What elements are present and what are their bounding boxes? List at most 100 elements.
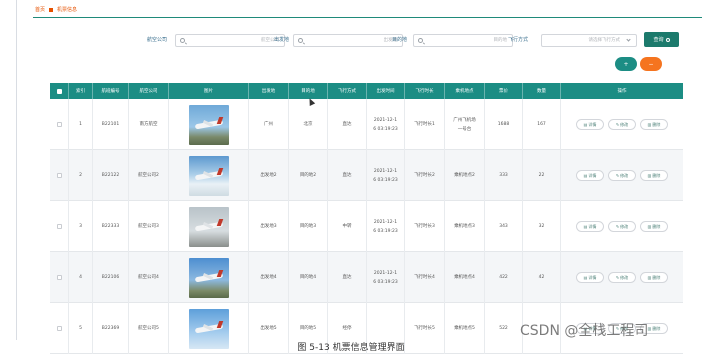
cell-to: 目的地4 bbox=[289, 252, 328, 303]
batch-delete-button-label: − bbox=[648, 60, 654, 68]
mode-placeholder: 请选择飞行方式 bbox=[588, 38, 621, 43]
cell-image bbox=[169, 99, 249, 150]
query-button[interactable]: 查询 bbox=[644, 32, 679, 47]
cell-actions: ▤ 详情 ✎ 修改 ▥ 删除 bbox=[561, 99, 683, 150]
cell-to: 目的地2 bbox=[289, 150, 328, 201]
search-icon bbox=[418, 37, 423, 43]
cell-airline: 南方航空 bbox=[129, 99, 169, 150]
airline-input[interactable]: 航空公司 bbox=[175, 33, 285, 47]
edit-button[interactable]: ✎ 修改 bbox=[608, 170, 636, 181]
cell-to: 北京 bbox=[289, 99, 328, 150]
to-placeholder: 目的地 bbox=[493, 38, 508, 43]
edit-icon: ✎ bbox=[615, 122, 620, 127]
cell-mode: 直达 bbox=[328, 252, 367, 303]
breadcrumb-current: 机票信息 bbox=[57, 7, 78, 13]
edit-label: 修改 bbox=[620, 275, 629, 280]
cell-price: 1688 bbox=[485, 99, 523, 150]
add-button[interactable]: + bbox=[615, 57, 637, 71]
delete-label: 删除 bbox=[652, 224, 661, 229]
search-icon bbox=[298, 37, 303, 43]
cell-flight: B22106 bbox=[93, 252, 129, 303]
cell-duration: 飞行时长3 bbox=[405, 201, 445, 252]
breadcrumb-divider bbox=[33, 17, 702, 18]
cell-from: 出发地3 bbox=[249, 201, 289, 252]
header-price: 票价 bbox=[485, 83, 523, 99]
cell-price: 333 bbox=[485, 150, 523, 201]
select-all-checkbox[interactable] bbox=[50, 83, 69, 99]
edit-button[interactable]: ✎ 修改 bbox=[608, 119, 636, 130]
cell-duration: 飞行时长4 bbox=[405, 252, 445, 303]
cell-index: 4 bbox=[69, 252, 93, 303]
cell-airline: 航空公司2 bbox=[129, 150, 169, 201]
trash-icon: ▥ bbox=[647, 275, 652, 280]
cell-image bbox=[169, 252, 249, 303]
table-header: 索引 航班编号 航空公司 图片 出发地 目的地 飞行方式 出发时间 飞行时长 乘… bbox=[50, 83, 683, 99]
search-icon bbox=[665, 37, 670, 42]
table-row: 2 B22122 航空公司2 出发地2 目的地2 直达 2021-12-1 6 03:19:… bbox=[50, 150, 683, 201]
query-button-label: 查询 bbox=[653, 37, 664, 43]
cell-flight: B22122 bbox=[93, 150, 129, 201]
edit-label: 修改 bbox=[620, 173, 629, 178]
detail-icon: ▤ bbox=[583, 173, 588, 178]
cell-place: 广州飞机场 一号台 bbox=[445, 99, 485, 150]
cell-duration: 飞行时长2 bbox=[405, 150, 445, 201]
cell-qty: 22 bbox=[523, 150, 561, 201]
cell-time: 2021-12-1 6 03:19:23 bbox=[367, 201, 405, 252]
breadcrumb-home[interactable]: 首页 bbox=[35, 6, 45, 13]
detail-button[interactable]: ▤ 详情 bbox=[576, 221, 604, 232]
edit-button[interactable]: ✎ 修改 bbox=[608, 221, 636, 232]
cell-mode: 中转 bbox=[328, 201, 367, 252]
cell-actions: ▤ 详情 ✎ 修改 ▥ 删除 bbox=[561, 150, 683, 201]
cell-price: 422 bbox=[485, 252, 523, 303]
delete-label: 删除 bbox=[652, 326, 661, 331]
header-index: 索引 bbox=[69, 83, 93, 99]
mode-select[interactable]: 请选择飞行方式 bbox=[541, 33, 637, 47]
header-image: 图片 bbox=[169, 83, 249, 99]
edit-button[interactable]: ✎ 修改 bbox=[608, 272, 636, 283]
header-time: 出发时间 bbox=[367, 83, 405, 99]
airplane-photo bbox=[188, 257, 229, 298]
breadcrumb-separator-icon bbox=[49, 7, 54, 12]
detail-button[interactable]: ▤ 详情 bbox=[576, 272, 604, 283]
cell-airline: 航空公司3 bbox=[129, 201, 169, 252]
row-checkbox[interactable] bbox=[50, 150, 69, 201]
airplane-photo bbox=[188, 104, 229, 145]
cell-time: 2021-12-1 6 03:19:23 bbox=[367, 252, 405, 303]
cell-actions: ▤ 详情 ✎ 修改 ▥ 删除 bbox=[561, 201, 683, 252]
row-checkbox[interactable] bbox=[50, 99, 69, 150]
row-checkbox[interactable] bbox=[50, 252, 69, 303]
cell-qty: 42 bbox=[523, 252, 561, 303]
delete-button[interactable]: ▥ 删除 bbox=[640, 221, 668, 232]
header-actions: 操作 bbox=[617, 89, 627, 94]
detail-button[interactable]: ▤ 详情 bbox=[576, 119, 604, 130]
delete-label: 删除 bbox=[652, 173, 661, 178]
delete-label: 删除 bbox=[652, 275, 661, 280]
cell-index: 2 bbox=[69, 150, 93, 201]
table-row: 3 B22333 航空公司3 出发地3 目的地3 中转 2021-12-1 6 03:19:… bbox=[50, 201, 683, 252]
from-input[interactable]: 出发地 bbox=[293, 33, 403, 47]
add-button-label: + bbox=[623, 60, 629, 68]
detail-label: 详情 bbox=[588, 275, 597, 280]
delete-button[interactable]: ▥ 删除 bbox=[640, 272, 668, 283]
header-airline: 航空公司 bbox=[129, 83, 169, 99]
trash-icon: ▥ bbox=[647, 224, 652, 229]
airplane-photo bbox=[188, 206, 229, 247]
cell-place: 乘机地点2 bbox=[445, 150, 485, 201]
edit-label: 修改 bbox=[620, 224, 629, 229]
cell-airline: 航空公司4 bbox=[129, 252, 169, 303]
airline-label: 航空公司 bbox=[147, 37, 168, 43]
edit-icon: ✎ bbox=[615, 173, 620, 178]
delete-button[interactable]: ▥ 删除 bbox=[640, 119, 668, 130]
trash-icon: ▥ bbox=[647, 122, 652, 127]
row-checkbox[interactable] bbox=[50, 201, 69, 252]
cell-place: 乘机地点4 bbox=[445, 252, 485, 303]
to-input[interactable]: 目的地 bbox=[413, 33, 513, 47]
batch-delete-button[interactable]: − bbox=[640, 57, 662, 71]
delete-button[interactable]: ▥ 删除 bbox=[640, 170, 668, 181]
detail-button[interactable]: ▤ 详情 bbox=[576, 170, 604, 181]
header-flight: 航班编号 bbox=[93, 83, 129, 99]
cell-index: 1 bbox=[69, 99, 93, 150]
cell-time: 2021-12-1 6 03:19:23 bbox=[367, 99, 405, 150]
cell-actions: ▤ 详情 ✎ 修改 ▥ 删除 bbox=[561, 252, 683, 303]
cell-flight: B22333 bbox=[93, 201, 129, 252]
